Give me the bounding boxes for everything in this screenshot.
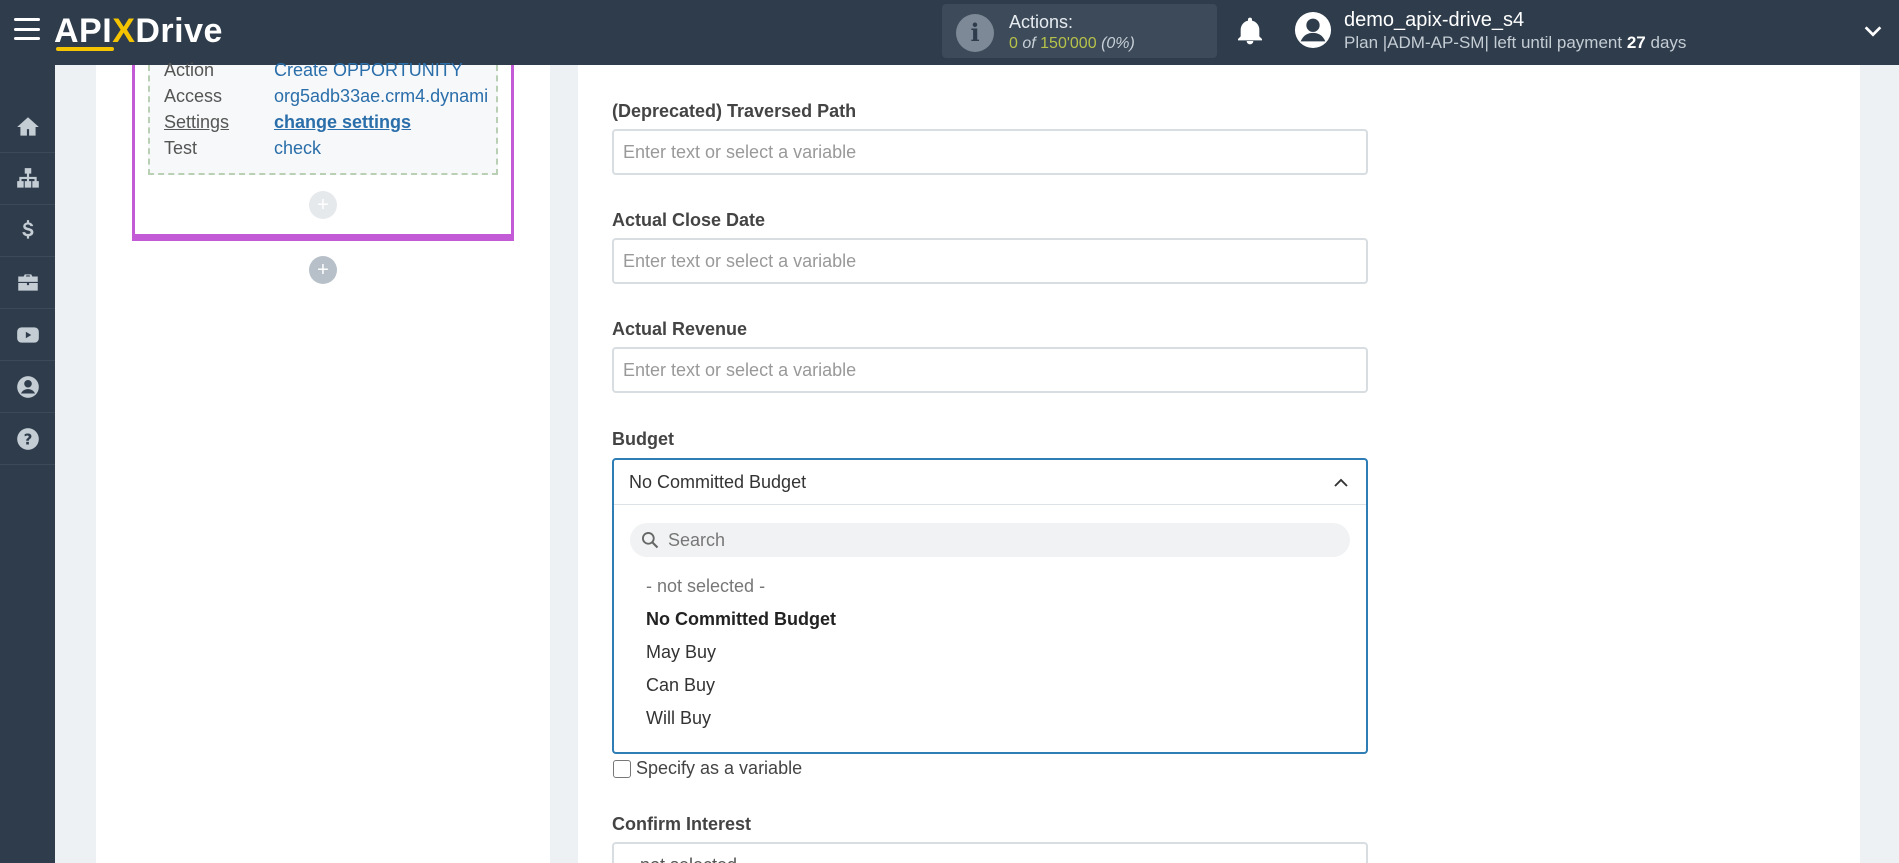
confirm-interest-label: Confirm Interest — [612, 814, 752, 834]
sitemap-icon — [16, 167, 39, 188]
traversed-path-input[interactable] — [612, 129, 1368, 175]
bell-icon[interactable] — [1234, 14, 1266, 48]
sidebar-item-jobs[interactable] — [0, 257, 55, 309]
specify-variable-checkbox[interactable] — [613, 760, 631, 778]
budget-selected-value: No Committed Budget — [629, 472, 807, 492]
sidebar-item-home[interactable] — [0, 101, 55, 153]
budget-label: Budget — [612, 429, 674, 449]
dollar-icon — [21, 219, 33, 239]
actions-title: Actions: — [1009, 12, 1074, 32]
budget-option[interactable]: - not selected - — [646, 576, 765, 597]
budget-select-header[interactable]: No Committed Budget — [614, 460, 1366, 505]
specify-variable-label[interactable]: Specify as a variable — [636, 758, 802, 779]
user-circle-icon — [16, 375, 39, 398]
add-inner-button[interactable]: + — [309, 191, 337, 219]
svg-text:?: ? — [23, 430, 32, 448]
check-link[interactable]: check — [274, 138, 321, 159]
menu-icon[interactable] — [14, 18, 40, 40]
plan-info: Plan |ADM-AP-SM| left until payment 27 d… — [1344, 33, 1687, 52]
sidebar-item-billing[interactable] — [0, 205, 55, 257]
action-block: Action Create OPPORTUNITY Access org5adb… — [132, 60, 514, 241]
main-form: (Deprecated) Traversed Path Actual Close… — [578, 65, 1860, 863]
actual-close-date-label: Actual Close Date — [612, 210, 766, 230]
sidebar-item-videos[interactable] — [0, 309, 55, 361]
traversed-path-label: (Deprecated) Traversed Path — [612, 101, 857, 121]
search-icon — [642, 532, 659, 549]
sidebar-item-connections[interactable] — [0, 153, 55, 205]
actions-count: 0 of 150'000 (0%) — [1009, 35, 1135, 52]
sidebar: ? — [0, 65, 55, 863]
budget-search — [630, 523, 1350, 557]
confirm-interest-value: - not selected - — [629, 855, 748, 863]
youtube-icon — [16, 326, 39, 343]
chevron-down-icon[interactable] — [1862, 20, 1884, 42]
budget-option[interactable]: May Buy — [646, 642, 716, 663]
change-settings-link[interactable]: change settings — [274, 112, 411, 133]
chevron-up-icon[interactable] — [1332, 474, 1350, 492]
budget-search-input[interactable] — [668, 523, 1338, 557]
briefcase-icon — [17, 273, 38, 291]
budget-option-selected[interactable]: No Committed Budget — [646, 609, 836, 630]
left-panel: Action Create OPPORTUNITY Access org5adb… — [96, 60, 550, 863]
add-block-button[interactable]: + — [309, 256, 337, 284]
confirm-interest-select[interactable]: - not selected - — [612, 842, 1368, 863]
logo-underline — [56, 47, 114, 51]
actual-revenue-label: Actual Revenue — [612, 319, 748, 339]
username[interactable]: demo_apix-drive_s4 — [1344, 9, 1524, 32]
block-details-card: Action Create OPPORTUNITY Access org5adb… — [148, 60, 498, 175]
sidebar-item-account[interactable] — [0, 361, 55, 413]
budget-select[interactable]: No Committed Budget - not selected - No … — [612, 458, 1368, 754]
sidebar-item-help[interactable]: ? — [0, 413, 55, 465]
actions-counter: i Actions: 0 of 150'000 (0%) — [942, 4, 1217, 58]
info-icon: i — [956, 14, 994, 52]
budget-option[interactable]: Will Buy — [646, 708, 711, 729]
budget-option[interactable]: Can Buy — [646, 675, 715, 696]
actual-close-date-input[interactable] — [612, 238, 1368, 284]
home-icon — [16, 116, 39, 136]
actual-revenue-input[interactable] — [612, 347, 1368, 393]
top-bar: APIXDrive i Actions: 0 of 150'000 (0%) d… — [0, 0, 1899, 65]
user-avatar-icon[interactable] — [1294, 11, 1332, 49]
help-icon: ? — [16, 427, 39, 450]
